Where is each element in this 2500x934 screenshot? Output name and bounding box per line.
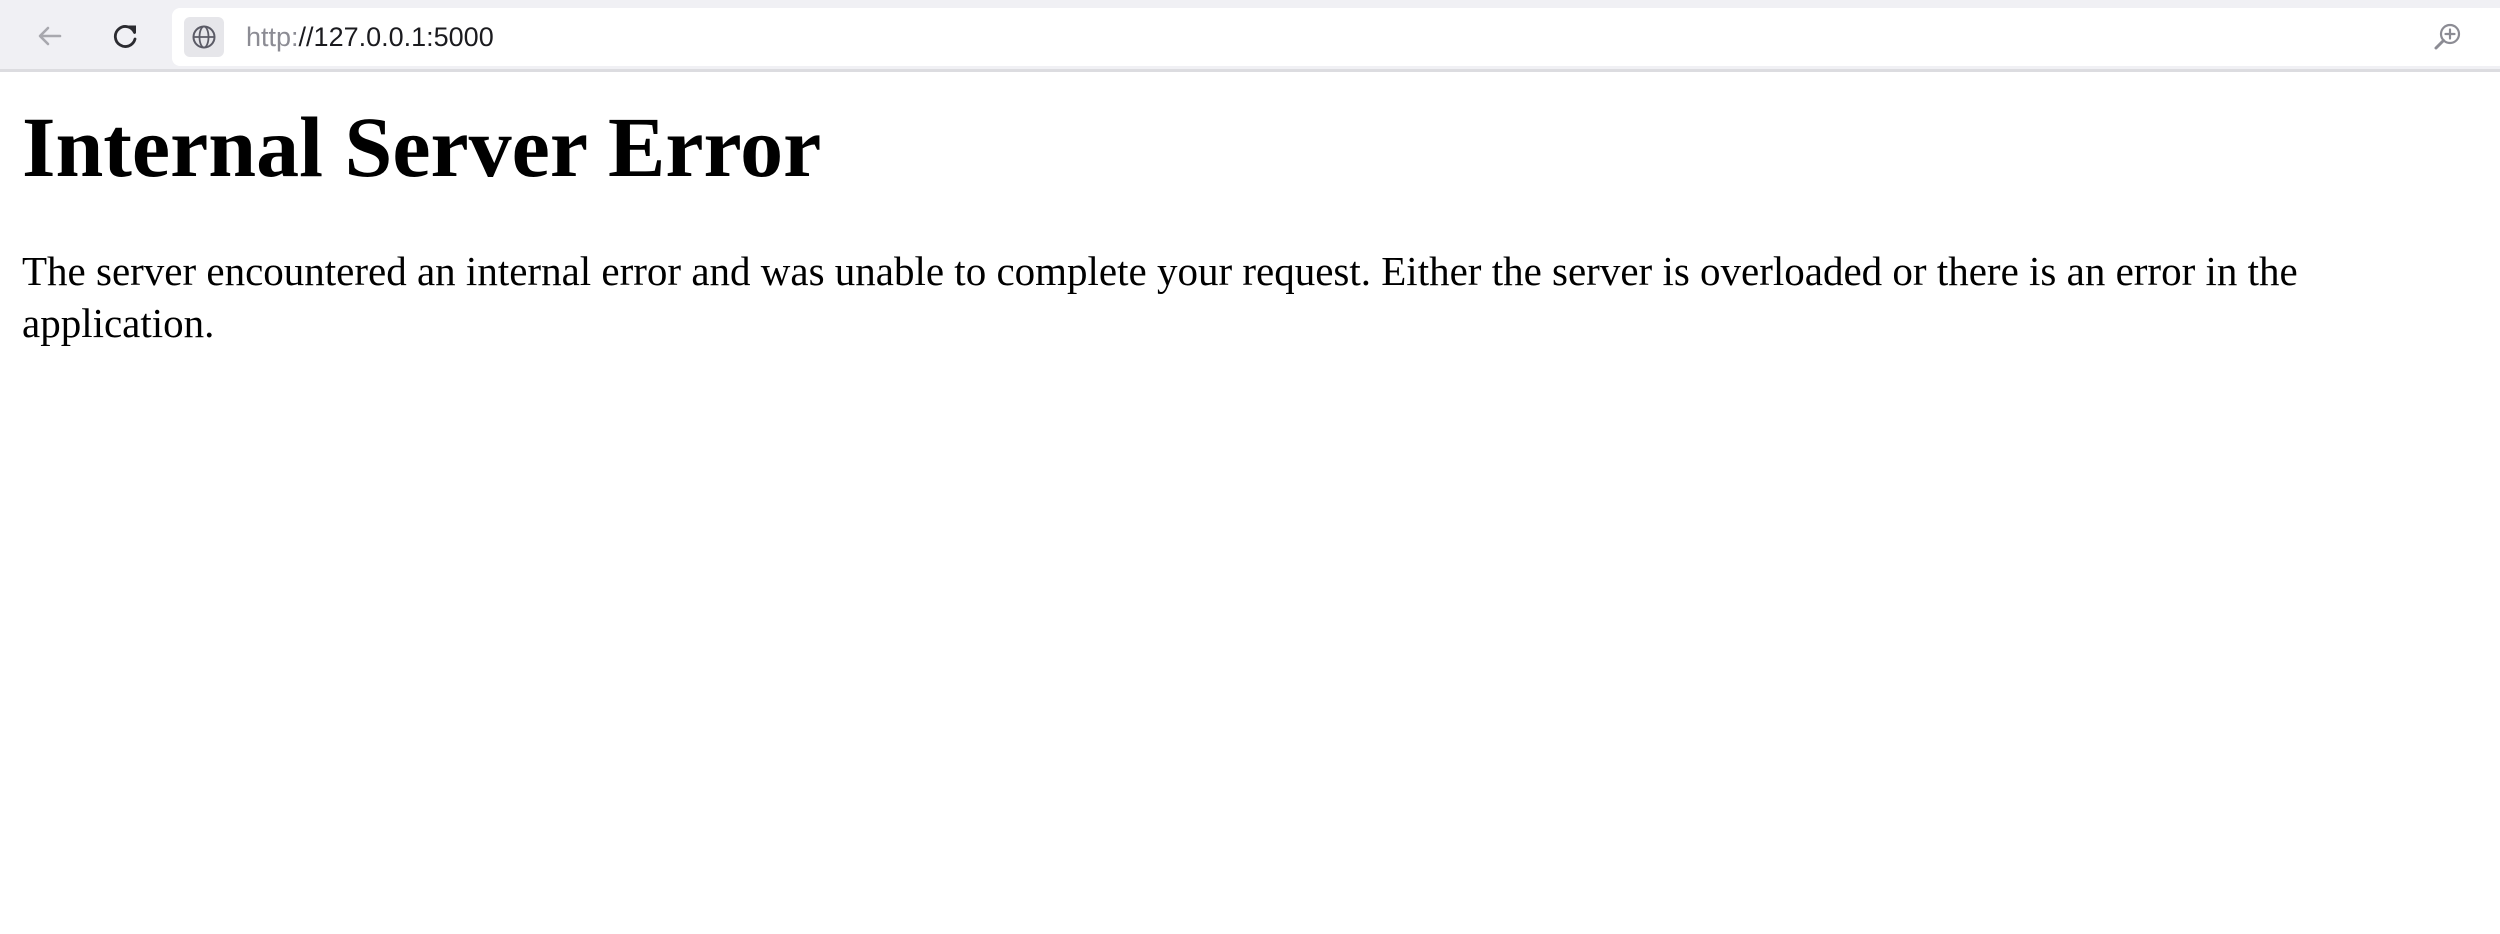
- arrow-left-icon: [38, 26, 62, 46]
- globe-icon: [192, 25, 216, 49]
- page-content: Internal Server Error The server encount…: [22, 72, 2492, 349]
- url-scheme: http:: [246, 22, 299, 52]
- url-text[interactable]: http://127.0.0.1:5000: [246, 8, 494, 66]
- zoom-in-icon[interactable]: [2432, 21, 2464, 53]
- site-info-button[interactable]: [184, 17, 224, 57]
- reload-icon: [113, 25, 137, 48]
- error-message: The server encountered an internal error…: [22, 247, 2298, 346]
- url-host: //127.0.0.1:5000: [298, 22, 494, 52]
- browser-toolbar: http://127.0.0.1:5000: [0, 0, 2500, 72]
- back-button[interactable]: [26, 12, 74, 60]
- error-title: Internal Server Error: [22, 99, 822, 195]
- reload-button[interactable]: [102, 12, 150, 60]
- address-bar[interactable]: http://127.0.0.1:5000: [172, 8, 2500, 66]
